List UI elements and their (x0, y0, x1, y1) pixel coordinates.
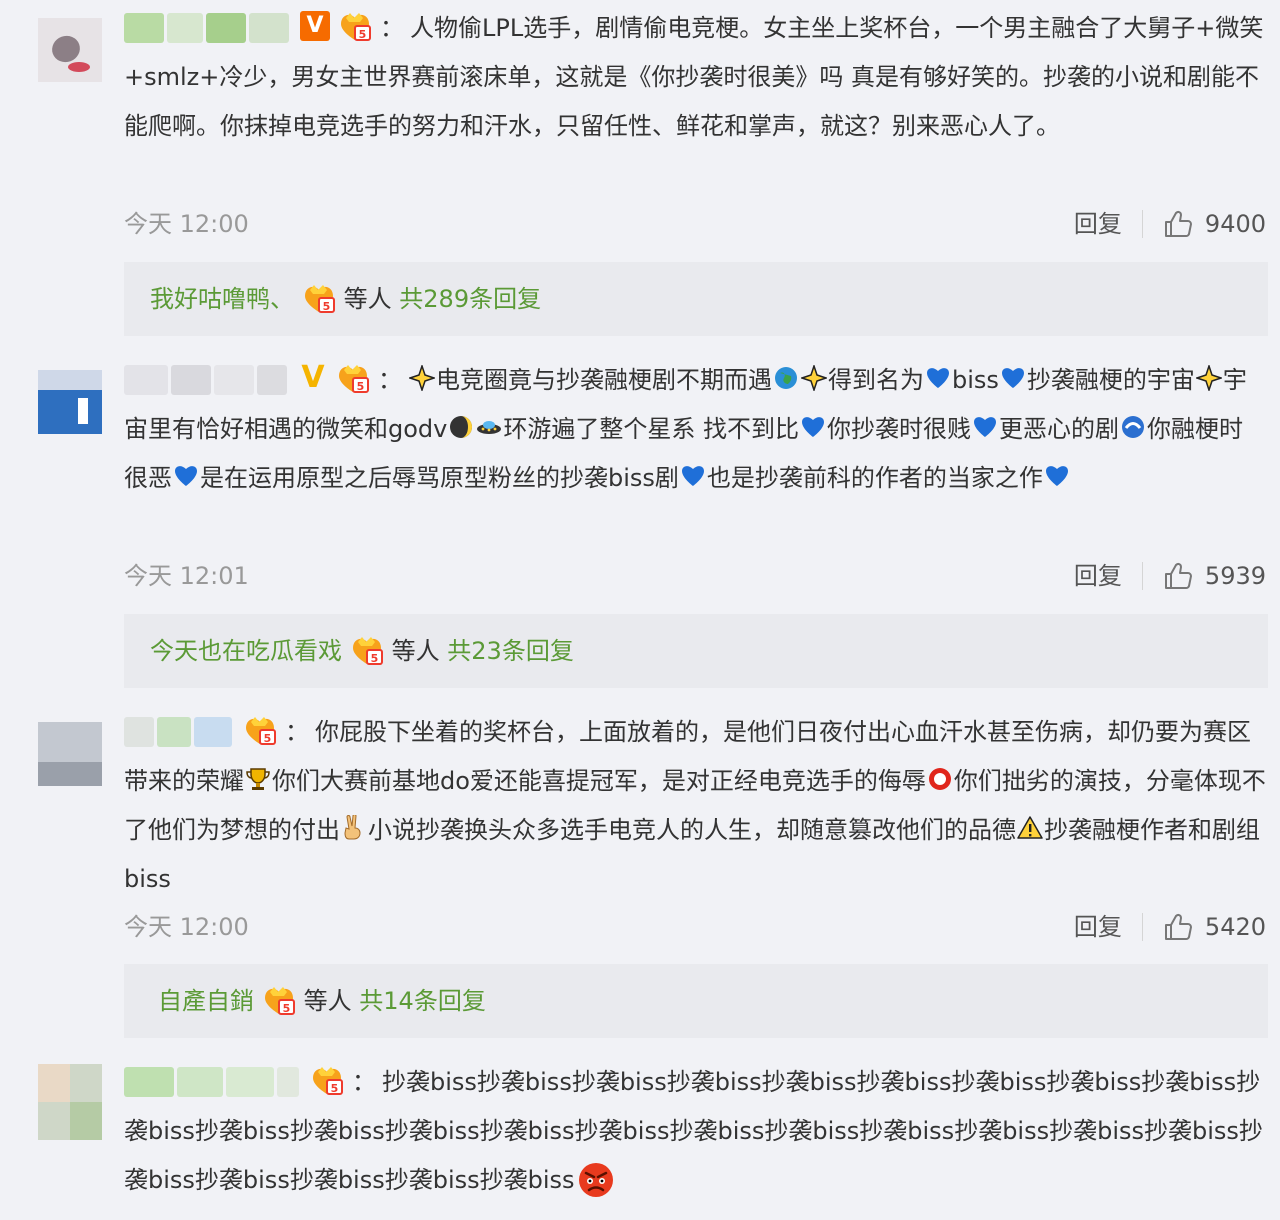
comment-text-segment: 也是抄袭前科的作者的当家之作 (706, 464, 1043, 492)
divider (1141, 210, 1143, 238)
reply-preview-suffix: 等人 (391, 637, 440, 665)
avatar[interactable] (38, 722, 102, 786)
blue-heart-icon (680, 463, 706, 489)
timestamp: 今天 12:01 (124, 562, 249, 590)
avatar[interactable] (38, 370, 102, 434)
reply-preview[interactable]: 我好咕噜鸭、 等人 共289条回复 (124, 262, 1268, 336)
comment-text-segment: 抄袭融梗的宇宙 (1026, 366, 1195, 394)
comment-text: 人物偷LPL选手，剧情偷电竞梗。女主坐上奖杯台，一个男主融合了大舅子+微笑+sm… (124, 14, 1264, 140)
comment-text-segment: biss (952, 366, 999, 394)
reply-preview-user[interactable]: 自產自銷 (158, 987, 254, 1015)
avatar[interactable] (38, 18, 102, 82)
divider (1141, 913, 1143, 941)
like-icon[interactable] (1163, 209, 1193, 239)
reply-preview-user[interactable]: 我好咕噜鸭、 (150, 285, 294, 313)
reply-button[interactable]: 回复 (1074, 204, 1122, 244)
timestamp: 今天 12:00 (124, 210, 249, 238)
like-icon[interactable] (1163, 912, 1193, 942)
comment-meta: 今天 12:00 回复 5420 (124, 907, 1266, 947)
reply-preview[interactable]: 今天也在吃瓜看戏 等人 共23条回复 (124, 614, 1268, 688)
comment-text-segment: 是在运用原型之后辱骂原型粉丝的抄袭biss剧 (200, 464, 679, 492)
fan-badge-icon (310, 1064, 344, 1096)
ufo-icon (476, 414, 502, 440)
blue-face-icon (1120, 414, 1146, 440)
avatar[interactable] (38, 1064, 102, 1140)
reply-button[interactable]: 回复 (1074, 907, 1122, 947)
no-entry-icon (927, 766, 953, 792)
blue-heart-icon (925, 365, 951, 391)
victory-hand-icon (341, 815, 367, 841)
username-blurred[interactable] (124, 1065, 302, 1097)
angry-face-icon (576, 1159, 616, 1199)
comment-text-segment: 环游遍了整个星系 找不到比 (503, 415, 799, 443)
comment-text-segment: 得到名为 (828, 366, 924, 394)
fan-badge-icon (350, 634, 384, 666)
like-icon[interactable] (1163, 561, 1193, 591)
fan-badge-icon (302, 282, 336, 314)
fan-badge-icon (336, 362, 370, 394)
divider (1141, 562, 1143, 590)
comment-text-segment: 你抄袭时很贱 (827, 415, 971, 443)
reply-preview-suffix: 等人 (343, 285, 392, 313)
comment-body: ：抄袭biss抄袭biss抄袭biss抄袭biss抄袭biss抄袭biss抄袭b… (124, 1058, 1266, 1205)
comment-text-segment: 更恶心的剧 (999, 415, 1119, 443)
reply-preview-user[interactable]: 今天也在吃瓜看戏 (150, 637, 342, 665)
reply-total-link[interactable]: 共23条回复 (447, 637, 574, 665)
fan-badge-icon (262, 984, 296, 1016)
fan-badge-icon (243, 714, 277, 746)
reply-total-link[interactable]: 共14条回复 (359, 987, 486, 1015)
sparkles-icon (801, 365, 827, 391)
username-blurred[interactable] (124, 11, 292, 43)
like-count[interactable]: 5420 (1205, 907, 1266, 947)
trophy-icon (245, 766, 271, 792)
comment-text-segment: 电竞圈竟与抄袭融梗剧不期而遇 (436, 366, 772, 394)
timestamp: 今天 12:00 (124, 913, 249, 941)
blue-heart-icon (1044, 463, 1070, 489)
username-blurred[interactable] (124, 715, 235, 747)
username-blurred[interactable] (124, 363, 290, 395)
comment-text-segment: 你们大赛前基地do爱还能喜提冠军，是对正经电竞选手的侮辱 (272, 767, 926, 795)
reply-total-link[interactable]: 共289条回复 (399, 285, 541, 313)
like-count[interactable]: 9400 (1205, 204, 1266, 244)
moon-icon (448, 414, 474, 440)
comment-meta: 今天 12:00 回复 9400 (124, 204, 1266, 244)
comment-text-segment: 小说抄袭换头众多选手电竞人的人生，却随意篡改他们的品德 (368, 816, 1016, 844)
comment-body: V：电竞圈竟与抄袭融梗剧不期而遇 得到名为 biss 抄袭融梗的宇宙 宇宙里有恰好相遇的… (124, 360, 1247, 492)
verified-icon: V (300, 11, 330, 41)
comment-body: ：你屁股下坐着的奖杯台，上面放着的，是他们日夜付出心血汗水甚至伤病，却仍要为赛区… (124, 708, 1266, 904)
reply-button[interactable]: 回复 (1074, 556, 1122, 596)
sparkles-icon (1196, 365, 1222, 391)
globe-icon (773, 365, 799, 391)
reply-preview-suffix: 等人 (303, 987, 352, 1015)
blue-heart-icon (800, 414, 826, 440)
comment-meta: 今天 12:01 回复 5939 (124, 556, 1266, 596)
verified-icon: V (301, 360, 325, 395)
blue-heart-icon (1000, 365, 1026, 391)
blue-heart-icon (173, 463, 199, 489)
like-count[interactable]: 5939 (1205, 556, 1266, 596)
warning-icon (1017, 815, 1043, 841)
reply-preview[interactable]: 自產自銷 等人 共14条回复 (124, 964, 1268, 1038)
blue-heart-icon (972, 414, 998, 440)
fan-badge-icon (338, 10, 372, 42)
sparkles-icon (409, 365, 435, 391)
comment-body: V：人物偷LPL选手，剧情偷电竞梗。女主坐上奖杯台，一个男主融合了大舅子+微笑+… (124, 4, 1266, 151)
